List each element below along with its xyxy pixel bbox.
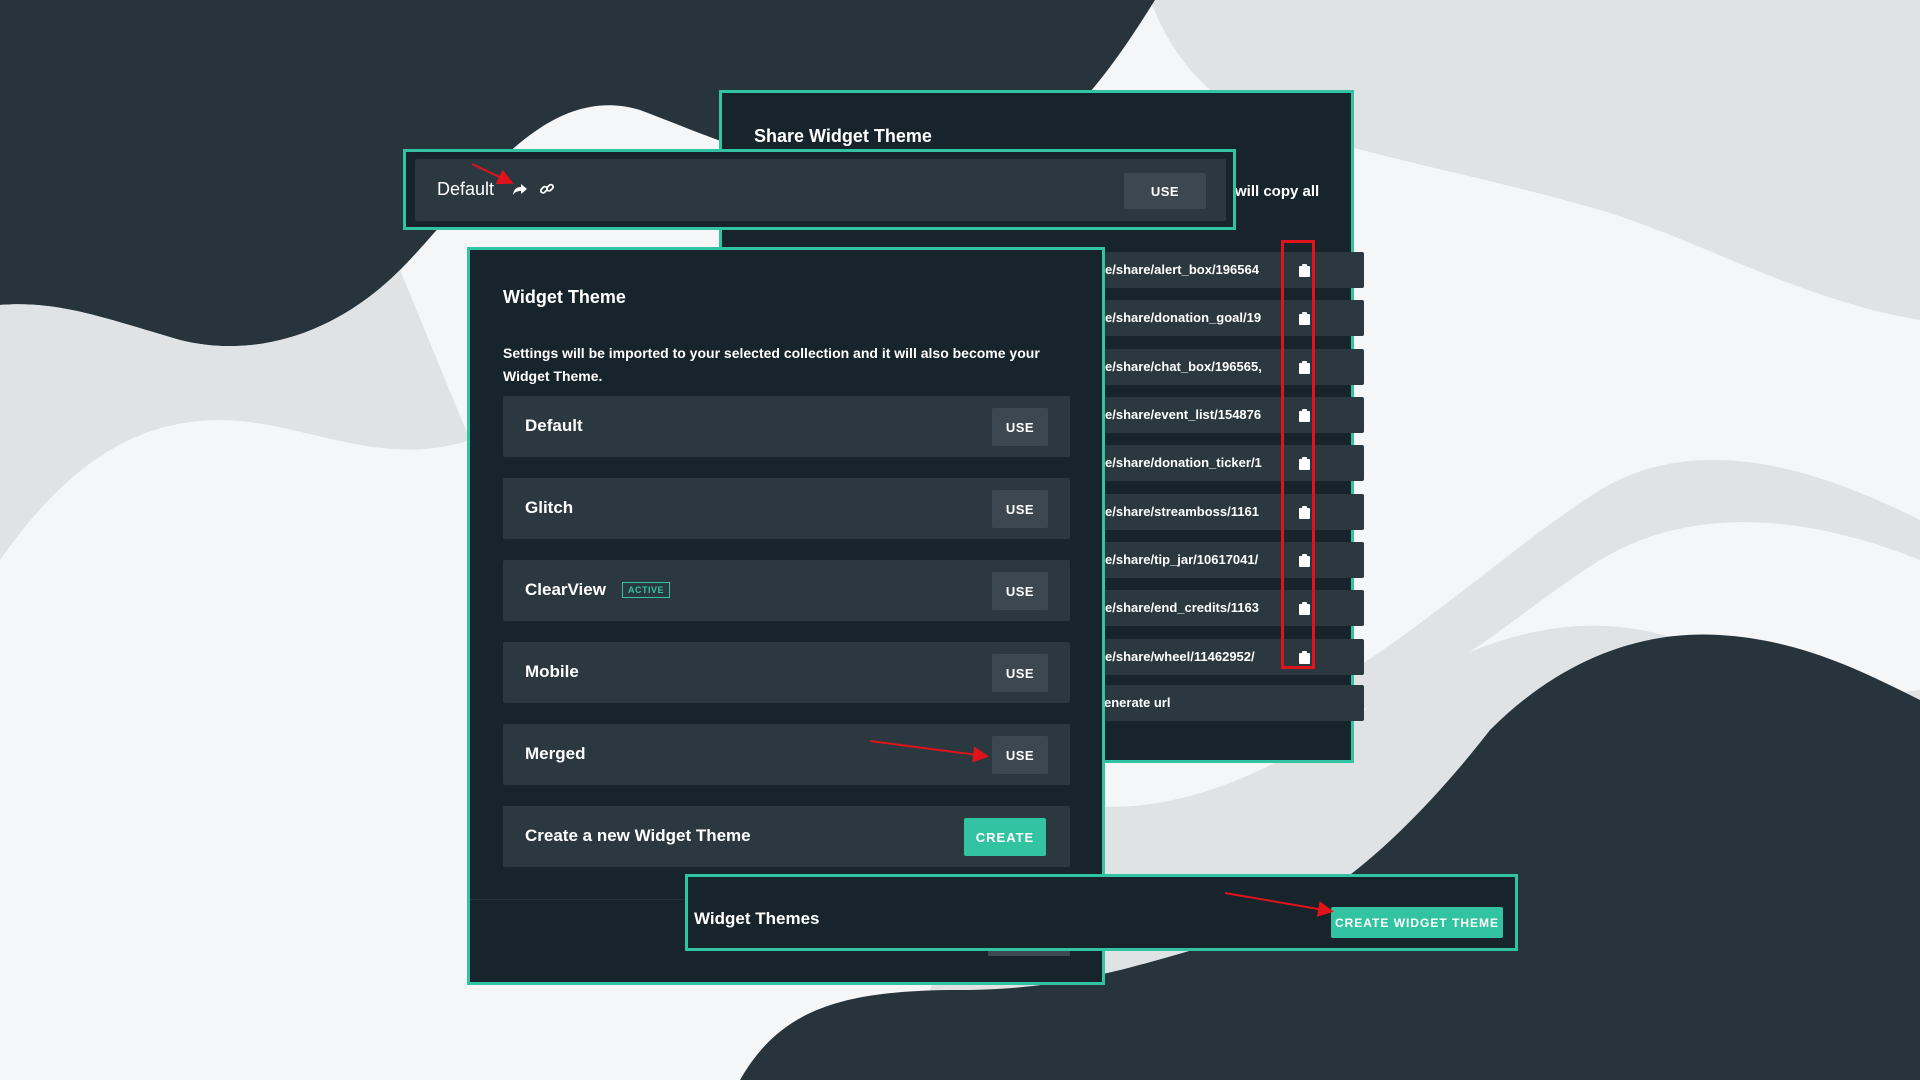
create-theme-row: Create a new Widget Theme CREATE (503, 806, 1070, 867)
share-url-field[interactable]: e/share/donation_ticker/1 (1102, 445, 1364, 481)
use-button[interactable]: USE (992, 490, 1048, 528)
theme-row-glitch: Glitch USE (503, 478, 1070, 539)
generate-url-button[interactable]: enerate url (1102, 685, 1364, 721)
theme-row-clearview: ClearView ACTIVE USE (503, 560, 1070, 621)
widget-theme-description: Settings will be imported to your select… (503, 345, 1040, 384)
theme-name: Glitch (525, 498, 574, 517)
default-theme-bar: Default USE (403, 149, 1236, 230)
copy-all-text: will copy all (1235, 183, 1320, 200)
create-button[interactable]: CREATE (964, 818, 1046, 856)
use-button[interactable]: USE (992, 572, 1048, 610)
widget-themes-label: Widget Themes (694, 909, 820, 928)
share-url-field[interactable]: e/share/tip_jar/10617041/ (1102, 542, 1364, 578)
share-arrow-icon[interactable] (512, 181, 528, 197)
widget-theme-title: Widget Theme (503, 287, 626, 307)
share-url-field[interactable]: e/share/wheel/11462952/ (1102, 639, 1364, 675)
share-url-field[interactable]: e/share/streamboss/1161 (1102, 494, 1364, 530)
use-button[interactable]: USE (1124, 173, 1206, 209)
widget-themes-bar: Widget Themes CREATE WIDGET THEME (685, 874, 1518, 951)
theme-row-default: Default USE (503, 396, 1070, 457)
default-theme-name: Default (437, 179, 495, 199)
theme-name: Merged (525, 744, 586, 763)
share-url-field[interactable]: e/share/alert_box/196564 (1102, 252, 1364, 288)
copy-buttons-highlight (1281, 240, 1315, 669)
create-theme-label: Create a new Widget Theme (525, 826, 751, 845)
default-theme-row: Default USE (415, 159, 1226, 221)
share-url-field[interactable]: e/share/event_list/154876 (1102, 397, 1364, 433)
theme-row-mobile: Mobile USE (503, 642, 1070, 703)
link-icon[interactable] (539, 181, 555, 197)
theme-name: Default (525, 416, 583, 435)
share-url-field[interactable]: e/share/chat_box/196565, (1102, 349, 1364, 385)
theme-name: Mobile (525, 662, 579, 681)
theme-row-merged: Merged USE (503, 724, 1070, 785)
use-button[interactable]: USE (992, 408, 1048, 446)
share-url-field[interactable]: e/share/donation_goal/19 (1102, 300, 1364, 336)
share-panel-title: Share Widget Theme (754, 126, 932, 146)
use-button[interactable]: USE (992, 736, 1048, 774)
use-button[interactable]: USE (992, 654, 1048, 692)
theme-name: ClearView (525, 580, 606, 599)
active-badge: ACTIVE (622, 582, 671, 598)
share-url-field[interactable]: e/share/end_credits/1163 (1102, 590, 1364, 626)
create-widget-theme-button[interactable]: CREATE WIDGET THEME (1331, 907, 1503, 938)
